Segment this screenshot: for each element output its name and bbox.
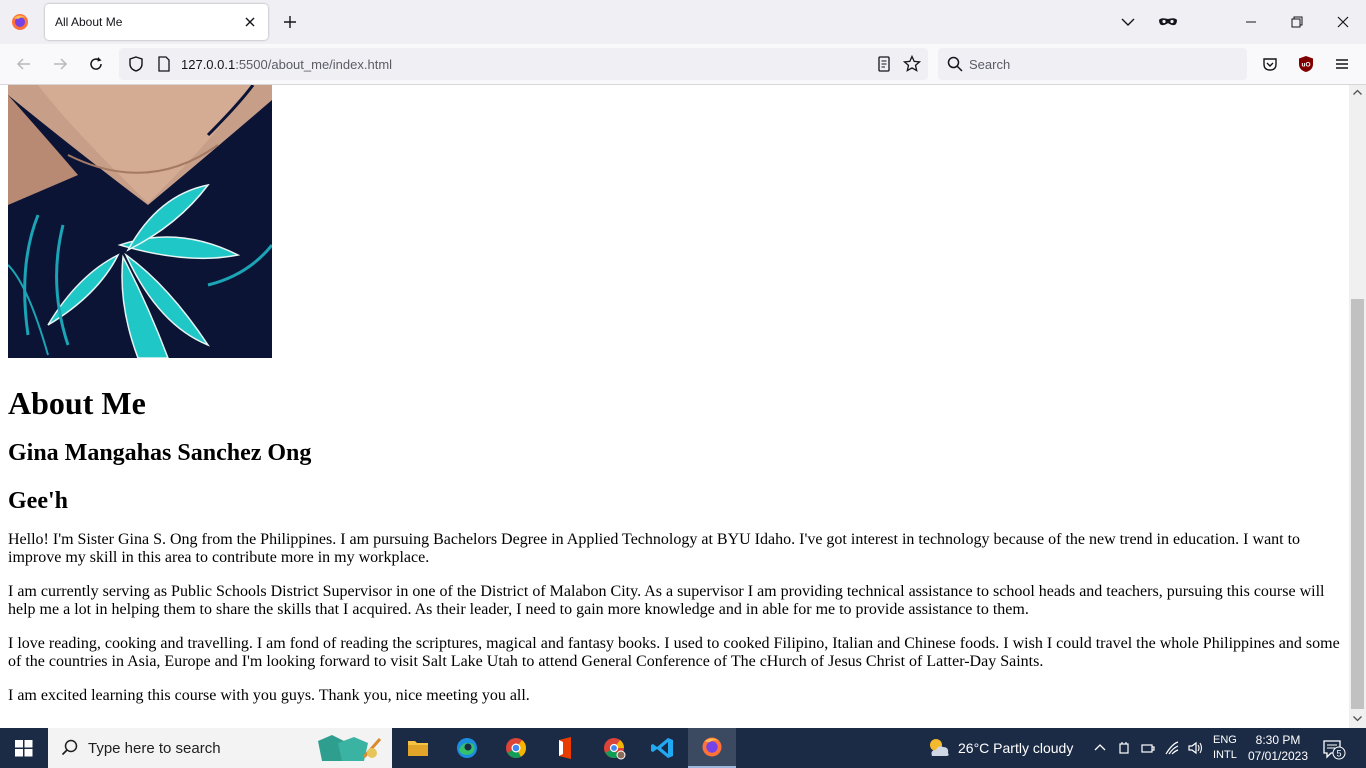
file-explorer-icon[interactable]: [394, 728, 442, 768]
chrome-profile-icon[interactable]: [590, 728, 638, 768]
vscode-icon[interactable]: [639, 728, 687, 768]
input-language[interactable]: ENG INTL: [1213, 733, 1237, 763]
tab-all-about-me[interactable]: All About Me: [45, 4, 268, 40]
forward-icon[interactable]: [50, 54, 70, 74]
profile-photo: [8, 85, 272, 358]
scroll-down-icon[interactable]: [1352, 713, 1363, 724]
close-window-icon[interactable]: [1333, 12, 1353, 32]
volume-icon[interactable]: [1186, 739, 1204, 757]
search-placeholder: Search: [969, 57, 1011, 72]
web-search-bar[interactable]: Search: [938, 48, 1247, 80]
firefox-icon[interactable]: [10, 12, 30, 32]
restore-icon[interactable]: [1287, 12, 1307, 32]
close-tab-icon[interactable]: [240, 12, 260, 32]
chevron-down-icon[interactable]: [1118, 12, 1138, 32]
intro-paragraph: Hello! I'm Sister Gina S. Ong from the P…: [8, 531, 1301, 566]
work-paragraph: I am currently serving as Public Schools…: [8, 583, 1325, 618]
ublock-origin-icon[interactable]: uO: [1296, 54, 1316, 74]
windows-start-icon[interactable]: [0, 728, 48, 768]
taskbar-search[interactable]: Type here to search: [48, 728, 392, 768]
reader-view-icon[interactable]: [874, 54, 894, 74]
notification-count: 5: [1336, 749, 1341, 759]
chrome-icon[interactable]: [492, 728, 540, 768]
wifi-icon[interactable]: [1163, 739, 1181, 757]
new-tab-icon[interactable]: [280, 12, 300, 32]
closing-paragraph: I am excited learning this course with y…: [8, 687, 530, 704]
about-content: About Me Gina Mangahas Sanchez Ong Gee'h…: [8, 358, 1341, 705]
taskbar-search-placeholder: Type here to search: [88, 740, 221, 757]
clock-date: 07/01/2023: [1247, 749, 1309, 763]
nickname-heading: Gee'h: [8, 488, 68, 514]
windows-taskbar: Type here to search 26°C Partly cloudy E…: [0, 728, 1366, 768]
bookmark-star-icon[interactable]: [902, 54, 922, 74]
clock-time: 8:30 PM: [1255, 733, 1301, 747]
chevron-up-icon[interactable]: [1091, 739, 1109, 757]
office-icon[interactable]: [541, 728, 589, 768]
page-heading: About Me: [8, 385, 146, 421]
pocket-icon[interactable]: [1260, 54, 1280, 74]
power-plug-icon[interactable]: [1139, 739, 1157, 757]
scrollbar-thumb[interactable]: [1351, 299, 1364, 709]
partly-cloudy-icon[interactable]: [926, 736, 952, 760]
search-icon: [61, 739, 78, 756]
address-bar[interactable]: 127.0.0.1:5500/about_me/index.html: [119, 48, 928, 80]
minimize-icon[interactable]: [1241, 12, 1261, 32]
private-browsing-icon: [1159, 18, 1177, 26]
navigation-toolbar: 127.0.0.1:5500/about_me/index.html Searc…: [0, 44, 1366, 85]
keyboard-layout: INTL: [1213, 749, 1237, 761]
menu-icon[interactable]: [1332, 54, 1352, 74]
clock[interactable]: 8:30 PM 07/01/2023: [1247, 732, 1309, 764]
scroll-up-icon[interactable]: [1352, 87, 1363, 98]
search-icon: [947, 56, 963, 72]
url-path: :5500/about_me/index.html: [235, 57, 393, 72]
notification-center-icon[interactable]: 5: [1322, 738, 1346, 760]
page-scrollbar[interactable]: [1349, 85, 1366, 728]
url-host: 127.0.0.1: [181, 57, 236, 72]
back-icon[interactable]: [14, 54, 34, 74]
page-viewport: About Me Gina Mangahas Sanchez Ong Gee'h…: [0, 85, 1349, 728]
firefox-taskbar-icon[interactable]: [688, 728, 736, 768]
url-text[interactable]: 127.0.0.1:5500/about_me/index.html: [181, 57, 392, 72]
search-highlight-icon: [318, 735, 382, 761]
page-icon: [158, 56, 170, 72]
reload-icon[interactable]: [86, 54, 106, 74]
svg-text:uO: uO: [1301, 62, 1310, 69]
edge-icon[interactable]: [443, 728, 491, 768]
tab-strip: All About Me: [0, 0, 1366, 44]
language-code: ENG: [1213, 734, 1237, 746]
tab-title: All About Me: [55, 15, 123, 29]
weather-text[interactable]: 26°C Partly cloudy: [958, 740, 1073, 756]
shield-icon[interactable]: [126, 54, 146, 74]
full-name-heading: Gina Mangahas Sanchez Ong: [8, 440, 312, 466]
usb-device-icon[interactable]: [1115, 739, 1133, 757]
hobbies-paragraph: I love reading, cooking and travelling. …: [8, 635, 1340, 670]
